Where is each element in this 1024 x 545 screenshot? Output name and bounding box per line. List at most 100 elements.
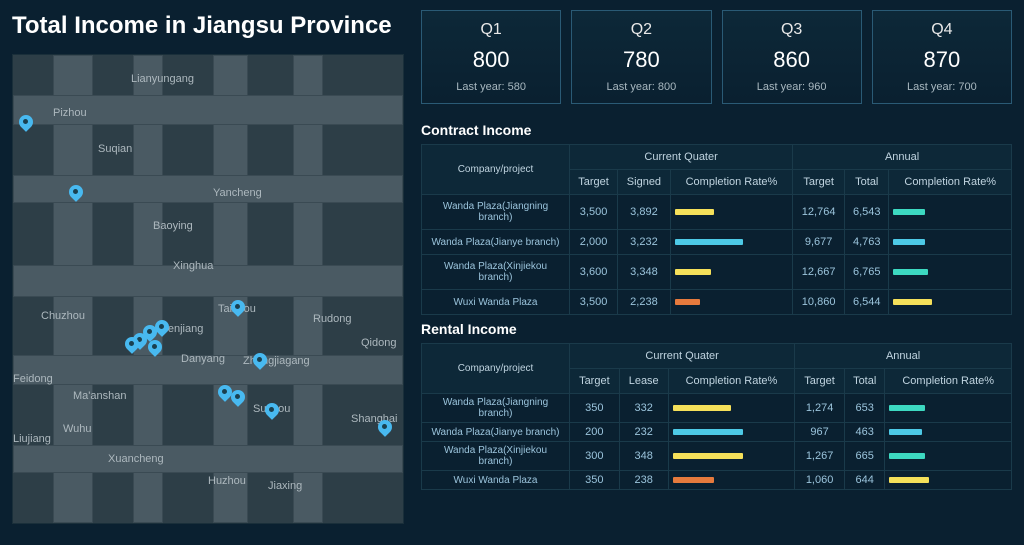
city-label: Huzhou [208, 475, 246, 487]
table-row: Wanda Plaza(Jianye branch)200232967463 [422, 423, 1012, 442]
map-pin-icon[interactable] [231, 390, 245, 410]
quarter-card-q1[interactable]: Q1800Last year: 580 [421, 10, 561, 104]
map-pin-icon[interactable] [148, 340, 162, 360]
cell-cq-target: 3,500 [570, 195, 618, 230]
th-completion-rate: Completion Rate% [885, 369, 1012, 394]
cell-annual-total: 6,544 [845, 290, 889, 315]
cell-annual-total: 6,543 [845, 195, 889, 230]
table-row: Wuxi Wanda Plaza3,5002,23810,8606,544 [422, 290, 1012, 315]
th-target: Target [793, 170, 845, 195]
th-total: Total [845, 170, 889, 195]
cell-company: Wanda Plaza(Xinjiekou branch) [422, 442, 570, 471]
cell-cq-target: 2,000 [570, 230, 618, 255]
cell-annual-target: 1,267 [795, 442, 845, 471]
cell-cq-rate [670, 255, 792, 290]
th-lease: Lease [619, 369, 668, 394]
cell-cq-rate [668, 394, 795, 423]
quarter-label: Q1 [430, 21, 552, 39]
city-label: Yancheng [213, 187, 262, 199]
map-pin-icon[interactable] [125, 337, 139, 357]
cell-cq-signed: 2,238 [618, 290, 671, 315]
cell-cq-target: 3,500 [570, 290, 618, 315]
quarter-value: 860 [731, 47, 853, 73]
cell-annual-total: 463 [844, 423, 885, 442]
cell-company: Wanda Plaza(Jianye branch) [422, 423, 570, 442]
quarter-label: Q4 [881, 21, 1003, 39]
cell-cq-target: 3,600 [570, 255, 618, 290]
th-annual: Annual [795, 344, 1012, 369]
th-company: Company/project [422, 344, 570, 394]
cell-annual-target: 1,274 [795, 394, 845, 423]
city-label: Suqian [98, 143, 132, 155]
table-row: Wanda Plaza(Jianye branch)2,0003,2329,67… [422, 230, 1012, 255]
quarter-label: Q2 [580, 21, 702, 39]
th-completion-rate: Completion Rate% [668, 369, 795, 394]
city-label: Pizhou [53, 107, 87, 119]
th-target: Target [795, 369, 845, 394]
contract-income-table: Company/project Current Quater Annual Ta… [421, 144, 1012, 315]
city-label: Danyang [181, 353, 225, 365]
cell-cq-target: 200 [570, 423, 620, 442]
cell-company: Wanda Plaza(Jianye branch) [422, 230, 570, 255]
city-label: Ma'anshan [73, 390, 126, 402]
city-label: Xuancheng [108, 453, 164, 465]
rental-income-title: Rental Income [421, 321, 1012, 337]
map-pin-icon[interactable] [19, 115, 33, 135]
quarter-value: 800 [430, 47, 552, 73]
cell-cq-rate [668, 471, 795, 490]
th-completion-rate: Completion Rate% [889, 170, 1012, 195]
map-pin-icon[interactable] [265, 403, 279, 423]
cell-annual-rate [885, 394, 1012, 423]
th-company: Company/project [422, 145, 570, 195]
cell-cq-signed: 3,348 [618, 255, 671, 290]
th-target: Target [570, 369, 620, 394]
city-label: Qidong [361, 337, 396, 349]
page-title: Total Income in Jiangsu Province [12, 12, 403, 40]
quarter-value: 780 [580, 47, 702, 73]
contract-income-title: Contract Income [421, 122, 1012, 138]
cell-cq-signed: 3,892 [618, 195, 671, 230]
cell-cq-lease: 348 [619, 442, 668, 471]
city-label: Wuhu [63, 423, 92, 435]
table-row: Wanda Plaza(Xinjiekou branch)3,6003,3481… [422, 255, 1012, 290]
quarter-card-q2[interactable]: Q2 780 Last year: 800 [571, 10, 711, 104]
city-label: Baoying [153, 220, 193, 232]
cell-cq-signed: 3,232 [618, 230, 671, 255]
cell-annual-target: 12,764 [793, 195, 845, 230]
rental-income-table: Company/project Current Quater Annual Ta… [421, 343, 1012, 490]
map-pin-icon[interactable] [69, 185, 83, 205]
cell-annual-target: 10,860 [793, 290, 845, 315]
cell-annual-total: 653 [844, 394, 885, 423]
th-signed: Signed [618, 170, 671, 195]
table-row: Wanda Plaza(Jiangning branch)3503321,274… [422, 394, 1012, 423]
quarter-lastyear: Last year: 700 [881, 81, 1003, 93]
province-map[interactable]: Lianyungang Pizhou Suqian Yancheng Baoyi… [12, 54, 404, 524]
quarter-lastyear: Last year: 800 [580, 81, 702, 93]
cell-annual-target: 967 [795, 423, 845, 442]
cell-cq-rate [670, 230, 792, 255]
map-pin-icon[interactable] [378, 420, 392, 440]
cell-annual-total: 644 [844, 471, 885, 490]
th-total: Total [844, 369, 885, 394]
th-current-quarter: Current Quater [570, 344, 795, 369]
quarter-card-q4[interactable]: Q4870Last year: 700 [872, 10, 1012, 104]
quarter-card-q3[interactable]: Q3860Last year: 960 [722, 10, 862, 104]
map-pin-icon[interactable] [231, 300, 245, 320]
th-current-quarter: Current Quater [570, 145, 793, 170]
cell-company: Wuxi Wanda Plaza [422, 471, 570, 490]
cell-company: Wanda Plaza(Jiangning branch) [422, 394, 570, 423]
city-label: Rudong [313, 313, 352, 325]
cell-company: Wanda Plaza(Xinjiekou branch) [422, 255, 570, 290]
cell-cq-lease: 332 [619, 394, 668, 423]
cell-cq-rate [668, 423, 795, 442]
city-label: Liujiang [13, 433, 51, 445]
cell-annual-rate [889, 230, 1012, 255]
map-pin-icon[interactable] [253, 353, 267, 373]
city-label: Chuzhou [41, 310, 85, 322]
cell-company: Wanda Plaza(Jiangning branch) [422, 195, 570, 230]
cell-annual-rate [885, 471, 1012, 490]
cell-annual-rate [889, 290, 1012, 315]
th-completion-rate: Completion Rate% [670, 170, 792, 195]
cell-annual-rate [885, 442, 1012, 471]
cell-annual-rate [885, 423, 1012, 442]
